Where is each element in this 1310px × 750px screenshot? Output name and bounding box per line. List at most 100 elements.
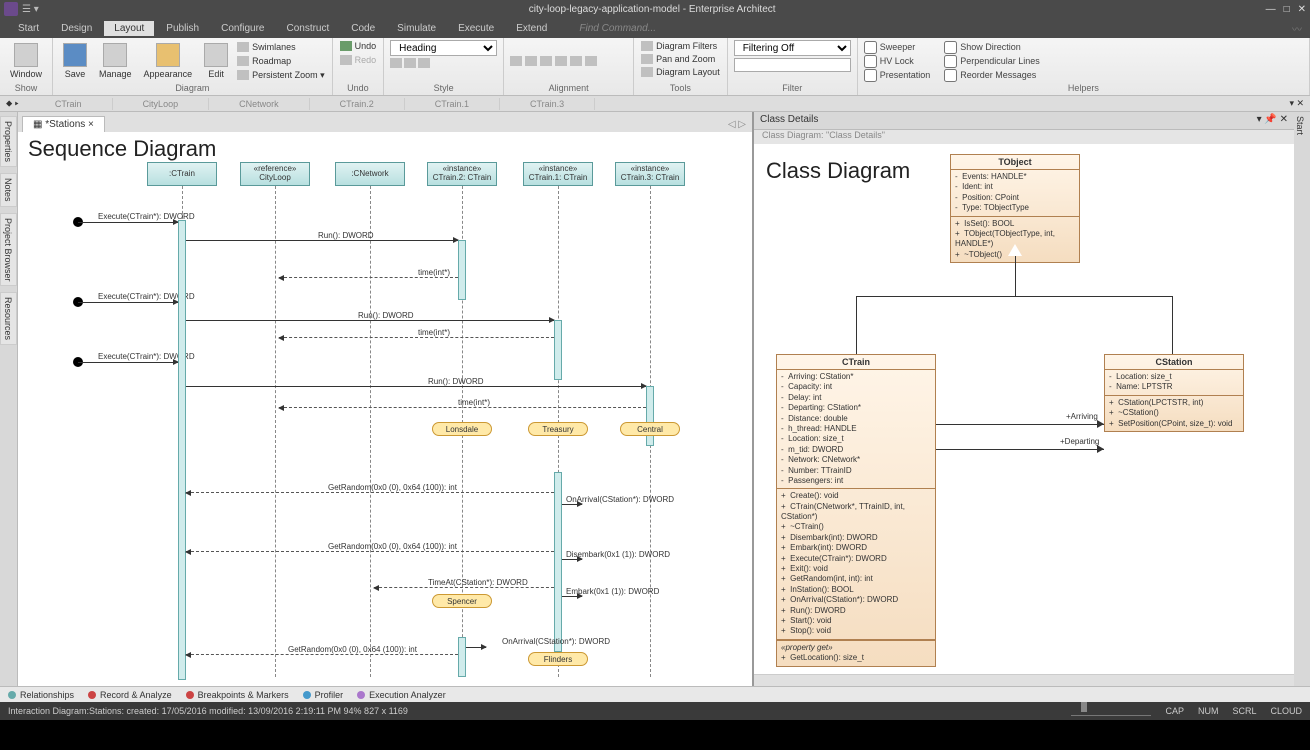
class-box[interactable]: CTrain- Arriving: CStation*- Capacity: i… bbox=[776, 354, 936, 667]
tabstrip-nav-icon[interactable]: ⬥ ▸ bbox=[0, 98, 25, 109]
tab-stations[interactable]: ▦ *Stations × bbox=[22, 116, 105, 132]
menu-dropdown-icon[interactable]: ☰ ▾ bbox=[22, 4, 39, 15]
menu-layout[interactable]: Layout bbox=[104, 21, 154, 36]
hvlock-checkbox[interactable]: HV Lock bbox=[864, 55, 931, 68]
state-note[interactable]: Central bbox=[620, 422, 680, 436]
menu-extend[interactable]: Extend bbox=[506, 21, 557, 36]
execution-analyzer-tab[interactable]: Execution Analyzer bbox=[357, 690, 446, 700]
zoom-slider[interactable] bbox=[1071, 706, 1151, 716]
swimlanes-button[interactable]: Swimlanes bbox=[236, 41, 326, 53]
connector bbox=[1015, 256, 1016, 296]
message-line bbox=[562, 504, 582, 505]
find-command[interactable]: Find Command... bbox=[579, 23, 656, 34]
diagram-layout-button[interactable]: Diagram Layout bbox=[640, 66, 721, 78]
scrollbar[interactable] bbox=[754, 674, 1294, 686]
close-icon[interactable]: ✕ bbox=[1298, 4, 1306, 15]
breakpoints-tab[interactable]: Breakpoints & Markers bbox=[186, 690, 289, 700]
menu-design[interactable]: Design bbox=[51, 21, 102, 36]
align-top-icon[interactable] bbox=[555, 56, 567, 66]
color-icon[interactable] bbox=[404, 58, 416, 68]
tab-properties[interactable]: Properties bbox=[0, 116, 17, 167]
menu-simulate[interactable]: Simulate bbox=[387, 21, 446, 36]
filter-text-input[interactable] bbox=[734, 58, 851, 72]
class-box[interactable]: CStation- Location: size_t- Name: LPTSTR… bbox=[1104, 354, 1244, 432]
doctab[interactable]: CTrain.2 bbox=[310, 98, 405, 110]
lifeline-head[interactable]: «instance»CTrain.2: CTrain bbox=[427, 162, 497, 186]
record-analyze-tab[interactable]: Record & Analyze bbox=[88, 690, 172, 700]
tab-resources[interactable]: Resources bbox=[0, 292, 17, 345]
doctab[interactable]: CTrain bbox=[25, 98, 113, 110]
state-note[interactable]: Treasury bbox=[528, 422, 588, 436]
align-right-icon[interactable] bbox=[540, 56, 552, 66]
redo-button[interactable]: Redo bbox=[339, 54, 378, 66]
showdirection-checkbox[interactable]: Show Direction bbox=[944, 41, 1040, 54]
align-left-icon[interactable] bbox=[510, 56, 522, 66]
state-note[interactable]: Flinders bbox=[528, 652, 588, 666]
bottom-bar: Relationships Record & Analyze Breakpoin… bbox=[0, 686, 1310, 702]
fill-icon[interactable] bbox=[418, 58, 430, 68]
pin-icon[interactable]: ▾ 📌 bbox=[1257, 114, 1277, 125]
undo-button[interactable]: Undo bbox=[339, 40, 378, 52]
doctab[interactable]: CNetwork bbox=[209, 98, 310, 110]
lifeline-head[interactable]: «instance»CTrain.1: CTrain bbox=[523, 162, 593, 186]
align-center-icon[interactable] bbox=[525, 56, 537, 66]
panel-close-icon[interactable]: ✕ bbox=[1280, 114, 1288, 125]
filter-mode-combo[interactable]: Filtering Off bbox=[734, 40, 851, 56]
layout-icon bbox=[641, 67, 653, 77]
profiler-tab[interactable]: Profiler bbox=[303, 690, 344, 700]
minimize-icon[interactable]: — bbox=[1266, 4, 1276, 15]
lifeline bbox=[275, 186, 276, 677]
presentation-checkbox[interactable]: Presentation bbox=[864, 69, 931, 82]
style-heading-combo[interactable]: Heading bbox=[390, 40, 497, 56]
message-line bbox=[279, 407, 646, 408]
sequence-canvas[interactable]: Sequence Diagram :CTrain«reference»CityL… bbox=[18, 132, 752, 686]
edit-button[interactable]: Edit bbox=[200, 41, 232, 81]
tab-start[interactable]: Start bbox=[1295, 116, 1305, 135]
doctab[interactable]: CityLoop bbox=[113, 98, 210, 110]
save-button[interactable]: Save bbox=[59, 41, 91, 81]
class-canvas[interactable]: Class Diagram TObject- Events: HANDLE*- … bbox=[754, 144, 1294, 674]
status-num: NUM bbox=[1198, 706, 1219, 716]
appearance-button[interactable]: Appearance bbox=[140, 41, 197, 81]
align-middle-icon[interactable] bbox=[570, 56, 582, 66]
lifeline-head[interactable]: «instance»CTrain.3: CTrain bbox=[615, 162, 685, 186]
menu-execute[interactable]: Execute bbox=[448, 21, 504, 36]
menu-start[interactable]: Start bbox=[8, 21, 49, 36]
manage-button[interactable]: Manage bbox=[95, 41, 136, 81]
diagram-filters-button[interactable]: Diagram Filters bbox=[640, 40, 718, 52]
tab-close-icon[interactable]: × bbox=[88, 119, 94, 130]
tabstrip-close-icon[interactable]: ▾ ✕ bbox=[1283, 98, 1310, 109]
doctab[interactable]: CTrain.1 bbox=[405, 98, 500, 110]
message-line bbox=[78, 302, 178, 303]
reorder-checkbox[interactable]: Reorder Messages bbox=[944, 69, 1040, 82]
relationships-tab[interactable]: Relationships bbox=[8, 690, 74, 700]
menu-publish[interactable]: Publish bbox=[156, 21, 209, 36]
state-note[interactable]: Spencer bbox=[432, 594, 492, 608]
maximize-icon[interactable]: □ bbox=[1284, 4, 1290, 15]
alignment-group-label: Alignment bbox=[510, 82, 627, 93]
tab-nav[interactable]: ◁ ▷ bbox=[722, 117, 752, 132]
tab-notes[interactable]: Notes bbox=[0, 173, 17, 207]
lifeline-head[interactable]: :CNetwork bbox=[335, 162, 405, 186]
menu-configure[interactable]: Configure bbox=[211, 21, 274, 36]
menu-construct[interactable]: Construct bbox=[276, 21, 339, 36]
left-sidebar: Properties Notes Project Browser Resourc… bbox=[0, 112, 18, 686]
save-icon bbox=[63, 43, 87, 67]
lifeline-head[interactable]: :CTrain bbox=[147, 162, 217, 186]
sweeper-checkbox[interactable]: Sweeper bbox=[864, 41, 931, 54]
lifeline-head[interactable]: «reference»CityLoop bbox=[240, 162, 310, 186]
zoom-button[interactable]: Persistent Zoom ▾ bbox=[236, 69, 326, 82]
perpendicular-checkbox[interactable]: Perpendicular Lines bbox=[944, 55, 1040, 68]
font-icon[interactable] bbox=[390, 58, 402, 68]
doctab[interactable]: CTrain.3 bbox=[500, 98, 595, 110]
roadmap-button[interactable]: Roadmap bbox=[236, 55, 326, 67]
tab-project-browser[interactable]: Project Browser bbox=[0, 213, 17, 287]
undo-group-label: Undo bbox=[339, 82, 378, 93]
window-button[interactable]: Window bbox=[6, 41, 46, 81]
state-note[interactable]: Lonsdale bbox=[432, 422, 492, 436]
message-line bbox=[186, 654, 458, 655]
menu-code[interactable]: Code bbox=[341, 21, 385, 36]
pan-zoom-button[interactable]: Pan and Zoom bbox=[640, 53, 716, 65]
message-line bbox=[562, 559, 582, 560]
align-bottom-icon[interactable] bbox=[585, 56, 597, 66]
